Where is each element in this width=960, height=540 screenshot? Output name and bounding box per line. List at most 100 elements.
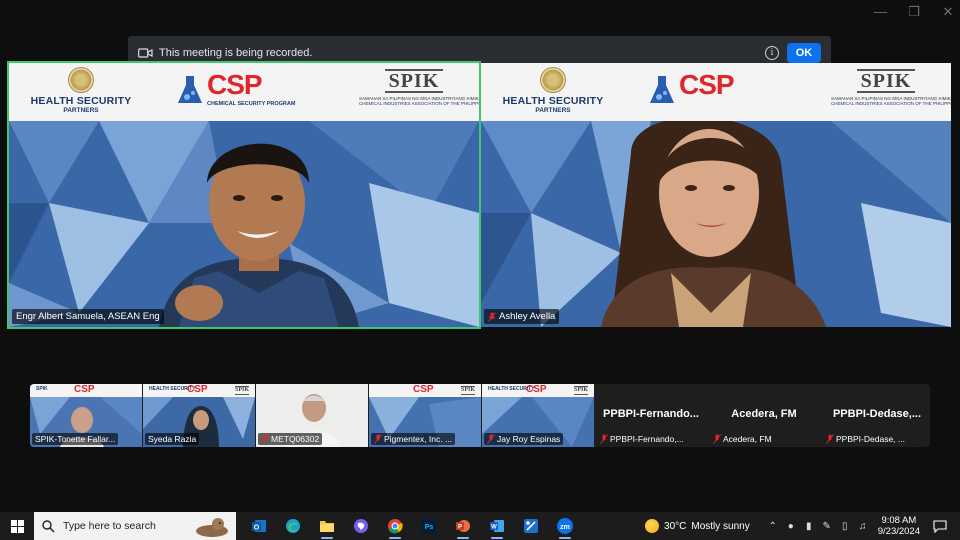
spik-logo: SPIK SAMAHAN SA PILIPINAS NG MGA INDUSTR… — [359, 69, 479, 106]
participant-display-name: PPBPI-Fernando... — [603, 408, 699, 420]
weather-widget[interactable]: 30°C Mostly sunny — [645, 519, 750, 533]
search-icon — [42, 519, 55, 533]
notification-icon — [933, 519, 947, 533]
word-icon[interactable]: W — [480, 512, 514, 540]
thumb-name: SPIK-Tonette Fallar... — [35, 434, 116, 444]
window-controls: — ❐ ✕ — [874, 4, 954, 20]
thumb-name-label: Jay Roy Espinas — [484, 433, 564, 445]
health-security-partners-logo: HEALTH SECURITY PARTNERS — [493, 67, 613, 114]
participant-thumb-no-video[interactable]: PPBPI-Dedase,... PPBPI-Dedase, ... — [821, 384, 930, 447]
close-icon[interactable]: ✕ — [942, 4, 954, 20]
participant-thumb-no-video[interactable]: Acedera, FM Acedera, FM — [708, 384, 820, 447]
mini-banner: SPIK CSP — [30, 384, 142, 397]
spik-sub2: CHEMICAL INDUSTRIES ASSOCIATION OF THE P… — [831, 101, 951, 106]
participant-thumb-no-video[interactable]: PPBPI-Fernando... PPBPI-Fernando,... — [595, 384, 707, 447]
video-tile-participant[interactable]: HEALTH SECURITY PARTNERS CSP SPIK SAMAHA… — [481, 63, 951, 327]
mini-csp-logo: CSP — [526, 384, 547, 395]
mic-muted-icon — [826, 434, 834, 444]
spik-word: SPIK — [384, 69, 444, 93]
photoshop-icon[interactable]: Ps — [412, 512, 446, 540]
thumb-name: Acedera, FM — [723, 434, 772, 444]
zoom-icon[interactable]: zm — [548, 512, 582, 540]
hsp-subtitle: PARTNERS — [63, 107, 99, 114]
windows-taskbar: Type here to search O Ps P W zm 30°C Mos… — [0, 512, 960, 540]
start-button[interactable] — [0, 512, 34, 540]
csp-word: CSP — [679, 69, 735, 100]
camera-icon[interactable]: ● — [784, 521, 798, 532]
mic-muted-icon — [261, 434, 269, 444]
thumb-name: Jay Roy Espinas — [497, 434, 561, 444]
thumb-name: Syeda Razia — [148, 434, 197, 444]
banner-logos: HEALTH SECURITY PARTNERS CSP CHEMICAL SE… — [9, 63, 479, 121]
clock[interactable]: 9:08 AM 9/23/2024 — [878, 515, 920, 537]
active-app-indicator — [389, 537, 401, 539]
mic-muted-icon — [374, 434, 382, 444]
weather-desc: Mostly sunny — [691, 520, 750, 532]
battery-icon[interactable]: ▯ — [838, 521, 852, 532]
spik-word: SPIK — [856, 69, 916, 93]
system-tray: 30°C Mostly sunny ⌃ ● ▮ ✎ ▯ ♫ 9:08 AM 9/… — [645, 512, 960, 540]
health-security-partners-logo: HEALTH SECURITY PARTNERS — [21, 67, 141, 114]
hsp-title: HEALTH SECURITY — [502, 95, 604, 107]
microphone-icon[interactable]: ▮ — [802, 521, 816, 532]
outlook-icon[interactable]: O — [242, 512, 276, 540]
thumb-name-label: Acedera, FM — [710, 433, 775, 445]
taskbar-apps: O Ps P W zm — [242, 512, 582, 540]
mini-csp-logo: CSP — [413, 384, 434, 395]
snipping-tool-icon[interactable] — [514, 512, 548, 540]
recording-message: This meeting is being recorded. — [159, 46, 313, 59]
viber-icon[interactable] — [344, 512, 378, 540]
participant-thumb[interactable]: SPIK CSP SPIK-Tonette Fallar... — [30, 384, 142, 447]
mini-spik-logo: SPIK — [36, 386, 48, 392]
notification-button[interactable] — [930, 512, 950, 540]
windows-logo-icon — [10, 519, 24, 533]
clock-date: 9/23/2024 — [877, 526, 920, 537]
chrome-icon[interactable] — [378, 512, 412, 540]
taskbar-search-box[interactable]: Type here to search — [34, 512, 236, 540]
csp-word: CSP — [207, 69, 263, 100]
mic-muted-icon — [600, 434, 608, 444]
restore-icon[interactable]: ❐ — [908, 4, 920, 20]
participant-thumb[interactable]: METQ06302 — [256, 384, 368, 447]
search-placeholder: Type here to search — [63, 520, 156, 532]
mini-csp-logo: CSP — [74, 384, 95, 395]
file-explorer-icon[interactable] — [310, 512, 344, 540]
thumb-name-label: Syeda Razia — [145, 433, 200, 445]
svg-text:Ps: Ps — [425, 524, 434, 531]
speaker-icon[interactable]: ♫ — [856, 521, 870, 532]
flask-icon — [650, 76, 674, 103]
mini-spik-logo: SPIK — [460, 386, 475, 395]
participant-thumb[interactable]: HEALTH SECURITY CSP SPIK Jay Roy Espinas — [482, 384, 594, 447]
ok-button[interactable]: OK — [787, 42, 821, 63]
edge-icon[interactable] — [276, 512, 310, 540]
participant-name: Engr Albert Samuela, ASEAN Eng — [16, 311, 160, 322]
powerpoint-icon[interactable]: P — [446, 512, 480, 540]
mic-muted-icon — [487, 434, 495, 444]
info-icon[interactable]: i — [765, 45, 779, 60]
thumb-name-label: Pigmentex, Inc. ... — [371, 433, 456, 445]
participant-thumb[interactable]: HEALTH SECURITY CSP SPIK Syeda Razia — [143, 384, 255, 447]
participant-strip: SPIK CSP SPIK-Tonette Fallar... HEALTH S… — [30, 384, 930, 447]
thumb-name-label: PPBPI-Dedase, ... — [823, 433, 908, 445]
banner-logos: HEALTH SECURITY PARTNERS CSP SPIK SAMAHA… — [481, 63, 951, 121]
mini-banner: HEALTH SECURITY CSP SPIK — [143, 384, 255, 397]
pen-icon[interactable]: ✎ — [820, 521, 834, 532]
active-app-indicator — [457, 537, 469, 539]
participant-thumb[interactable]: CSP SPIK Pigmentex, Inc. ... — [369, 384, 481, 447]
chevron-up-icon[interactable]: ⌃ — [766, 521, 780, 532]
active-app-indicator — [321, 537, 333, 539]
participant-name: Ashley Avella — [499, 311, 556, 322]
mini-banner: CSP SPIK — [369, 384, 481, 397]
active-app-indicator — [491, 537, 503, 539]
flask-icon — [178, 76, 202, 103]
video-tile-speaker[interactable]: HEALTH SECURITY PARTNERS CSP CHEMICAL SE… — [7, 61, 481, 329]
minimize-icon[interactable]: — — [874, 4, 887, 20]
seal-icon — [540, 67, 566, 93]
active-app-indicator — [559, 537, 571, 539]
thumb-name: METQ06302 — [271, 434, 320, 444]
participant-display-name: PPBPI-Dedase,... — [832, 408, 922, 420]
mini-spik-logo: SPIK — [234, 386, 249, 395]
mic-muted-icon — [713, 434, 721, 444]
mini-banner: HEALTH SECURITY CSP SPIK — [482, 384, 594, 397]
thumb-name: Pigmentex, Inc. ... — [384, 434, 453, 444]
